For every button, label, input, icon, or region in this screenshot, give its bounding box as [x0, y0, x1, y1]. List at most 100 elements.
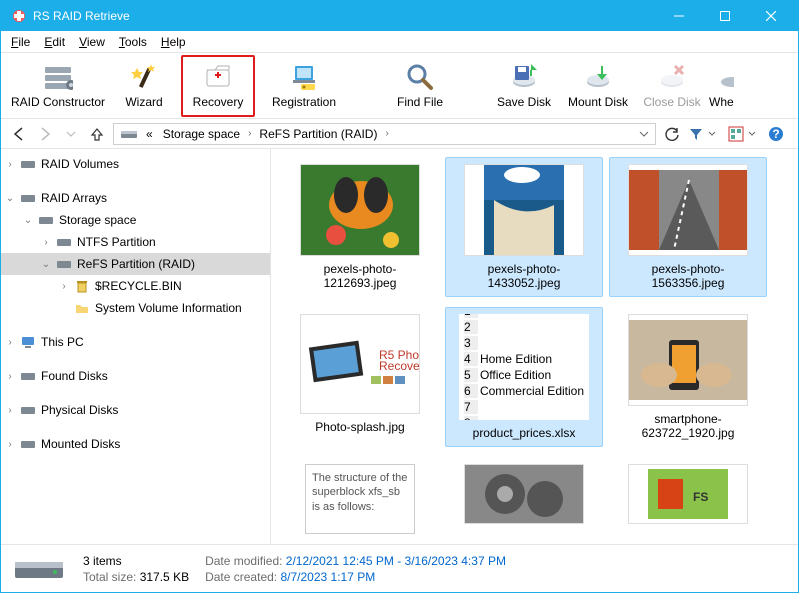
- menu-help[interactable]: Help: [155, 33, 192, 51]
- file-label: pexels-photo-1433052.jpeg: [452, 262, 596, 290]
- raid-constructor-icon: [43, 62, 73, 92]
- tree-ntfs-partition[interactable]: ··›NTFS Partition: [1, 231, 270, 253]
- svg-text:FS: FS: [693, 490, 708, 504]
- wizard-button[interactable]: Wizard: [107, 55, 181, 117]
- close-disk-icon: [657, 62, 687, 92]
- mount-disk-icon: [583, 62, 613, 92]
- tree-mounted-disks[interactable]: ›Mounted Disks: [1, 433, 270, 455]
- recovery-icon: [203, 62, 233, 92]
- menu-file[interactable]: File: [5, 33, 36, 51]
- filter-dropdown-icon[interactable]: [708, 130, 716, 138]
- tool-label: Mount Disk: [568, 95, 628, 109]
- breadcrumb-seg[interactable]: ReFS Partition (RAID): [257, 127, 379, 141]
- navbar: « Storage space › ReFS Partition (RAID) …: [1, 119, 798, 149]
- close-button[interactable]: [748, 1, 794, 31]
- window-title: RS RAID Retrieve: [33, 9, 656, 23]
- tree-physical-disks[interactable]: ›Physical Disks: [1, 399, 270, 421]
- tree-system-volume-info[interactable]: ····System Volume Information: [1, 297, 270, 319]
- svg-text:Recovery: Recovery: [379, 359, 419, 373]
- wheel-button-partial[interactable]: Whe: [709, 55, 739, 117]
- up-button[interactable]: [87, 124, 107, 144]
- breadcrumb-seg[interactable]: Storage space: [161, 127, 242, 141]
- tree-this-pc[interactable]: ›This PC: [1, 331, 270, 353]
- tool-label: Close Disk: [643, 95, 700, 109]
- save-disk-icon: [509, 62, 539, 92]
- tool-label: RAID Constructor: [11, 95, 105, 109]
- app-icon: [11, 8, 27, 24]
- tree-refs-partition[interactable]: ··⌄ReFS Partition (RAID): [1, 253, 270, 275]
- menubar: File Edit View Tools Help: [1, 31, 798, 53]
- file-item[interactable]: The structure of the superblock xfs_sb i…: [281, 457, 439, 544]
- status-size-value: 317.5 KB: [140, 570, 189, 584]
- thumbnail-icon: [464, 164, 584, 256]
- tree-raid-arrays[interactable]: ⌄RAID Arrays: [1, 187, 270, 209]
- file-grid: pexels-photo-1212693.jpeg pexels-photo-1…: [271, 149, 798, 544]
- refresh-button[interactable]: [662, 124, 682, 144]
- drive-icon: [55, 234, 73, 250]
- chevron-right-icon: ›: [385, 128, 388, 139]
- history-dropdown[interactable]: [61, 124, 81, 144]
- toolbar: RAID Constructor Wizard Recovery Registr…: [1, 53, 798, 119]
- file-label: product_prices.xlsx: [473, 426, 576, 440]
- drive-icon: [19, 190, 37, 206]
- chevron-right-icon: ›: [248, 128, 251, 139]
- tree-sidebar: ›RAID Volumes ⌄RAID Arrays ·⌄Storage spa…: [1, 149, 271, 544]
- raid-constructor-button[interactable]: RAID Constructor: [9, 55, 107, 117]
- recovery-button[interactable]: Recovery: [181, 55, 255, 117]
- status-modified-label: Date modified:: [205, 554, 282, 568]
- registration-button[interactable]: Registration: [255, 55, 353, 117]
- view-dropdown-icon[interactable]: [748, 130, 756, 138]
- menu-edit[interactable]: Edit: [38, 33, 71, 51]
- mount-disk-button[interactable]: Mount Disk: [561, 55, 635, 117]
- maximize-button[interactable]: [702, 1, 748, 31]
- help-icon[interactable]: ?: [768, 126, 784, 142]
- tool-label: Whe: [709, 95, 734, 109]
- svg-text:?: ?: [772, 127, 779, 141]
- text-preview: The structure of the superblock xfs_sb i…: [305, 464, 415, 534]
- file-item[interactable]: smartphone-623722_1920.jpg: [609, 307, 767, 447]
- file-item[interactable]: A 1 2 3 4Home Edition 5Office Edition 6C…: [445, 307, 603, 447]
- file-item[interactable]: FS: [609, 457, 767, 544]
- statusbar: 3 items Total size: 317.5 KB Date modifi…: [1, 544, 798, 592]
- file-label: smartphone-623722_1920.jpg: [616, 412, 760, 440]
- close-disk-button: Close Disk: [635, 55, 709, 117]
- minimize-button[interactable]: [656, 1, 702, 31]
- view-mode-icon[interactable]: [728, 126, 744, 142]
- file-item[interactable]: pexels-photo-1433052.jpeg: [445, 157, 603, 297]
- thumbnail-icon: A 1 2 3 4Home Edition 5Office Edition 6C…: [459, 314, 589, 420]
- filter-icon[interactable]: [688, 126, 704, 142]
- chevron-down-icon[interactable]: [639, 129, 649, 139]
- breadcrumb-pre: «: [144, 127, 155, 141]
- tree-storage-space[interactable]: ·⌄Storage space: [1, 209, 270, 231]
- menu-view[interactable]: View: [73, 33, 111, 51]
- folder-icon: [73, 300, 91, 316]
- drive-icon: [37, 212, 55, 228]
- drive-icon: [120, 128, 138, 140]
- status-created-label: Date created:: [205, 570, 277, 584]
- save-disk-button[interactable]: Save Disk: [487, 55, 561, 117]
- file-item[interactable]: pexels-photo-1563356.jpeg: [609, 157, 767, 297]
- back-button[interactable]: [9, 124, 29, 144]
- tool-label: Recovery: [193, 95, 244, 109]
- tree-raid-volumes[interactable]: ›RAID Volumes: [1, 153, 270, 175]
- find-file-button[interactable]: Find File: [383, 55, 457, 117]
- drive-icon: [19, 156, 37, 172]
- status-modified-value: 2/12/2021 12:45 PM - 3/16/2023 4:37 PM: [286, 554, 506, 568]
- thumbnail-icon: [628, 164, 748, 256]
- tool-label: Wizard: [125, 95, 162, 109]
- tool-label: Registration: [272, 95, 336, 109]
- drive-icon: [19, 402, 37, 418]
- tool-label: Save Disk: [497, 95, 551, 109]
- drive-icon: [55, 256, 73, 272]
- breadcrumb-bar[interactable]: « Storage space › ReFS Partition (RAID) …: [113, 123, 656, 145]
- file-item[interactable]: R5 PhotoRecovery Photo-splash.jpg: [281, 307, 439, 447]
- file-item[interactable]: [445, 457, 603, 544]
- file-item[interactable]: pexels-photo-1212693.jpeg: [281, 157, 439, 297]
- drive-icon: [19, 436, 37, 452]
- menu-tools[interactable]: Tools: [113, 33, 153, 51]
- recycle-icon: [73, 278, 91, 294]
- thumbnail-icon: [464, 464, 584, 524]
- tree-found-disks[interactable]: ›Found Disks: [1, 365, 270, 387]
- thumbnail-icon: R5 PhotoRecovery: [300, 314, 420, 414]
- tree-recycle-bin[interactable]: ···›$RECYCLE.BIN: [1, 275, 270, 297]
